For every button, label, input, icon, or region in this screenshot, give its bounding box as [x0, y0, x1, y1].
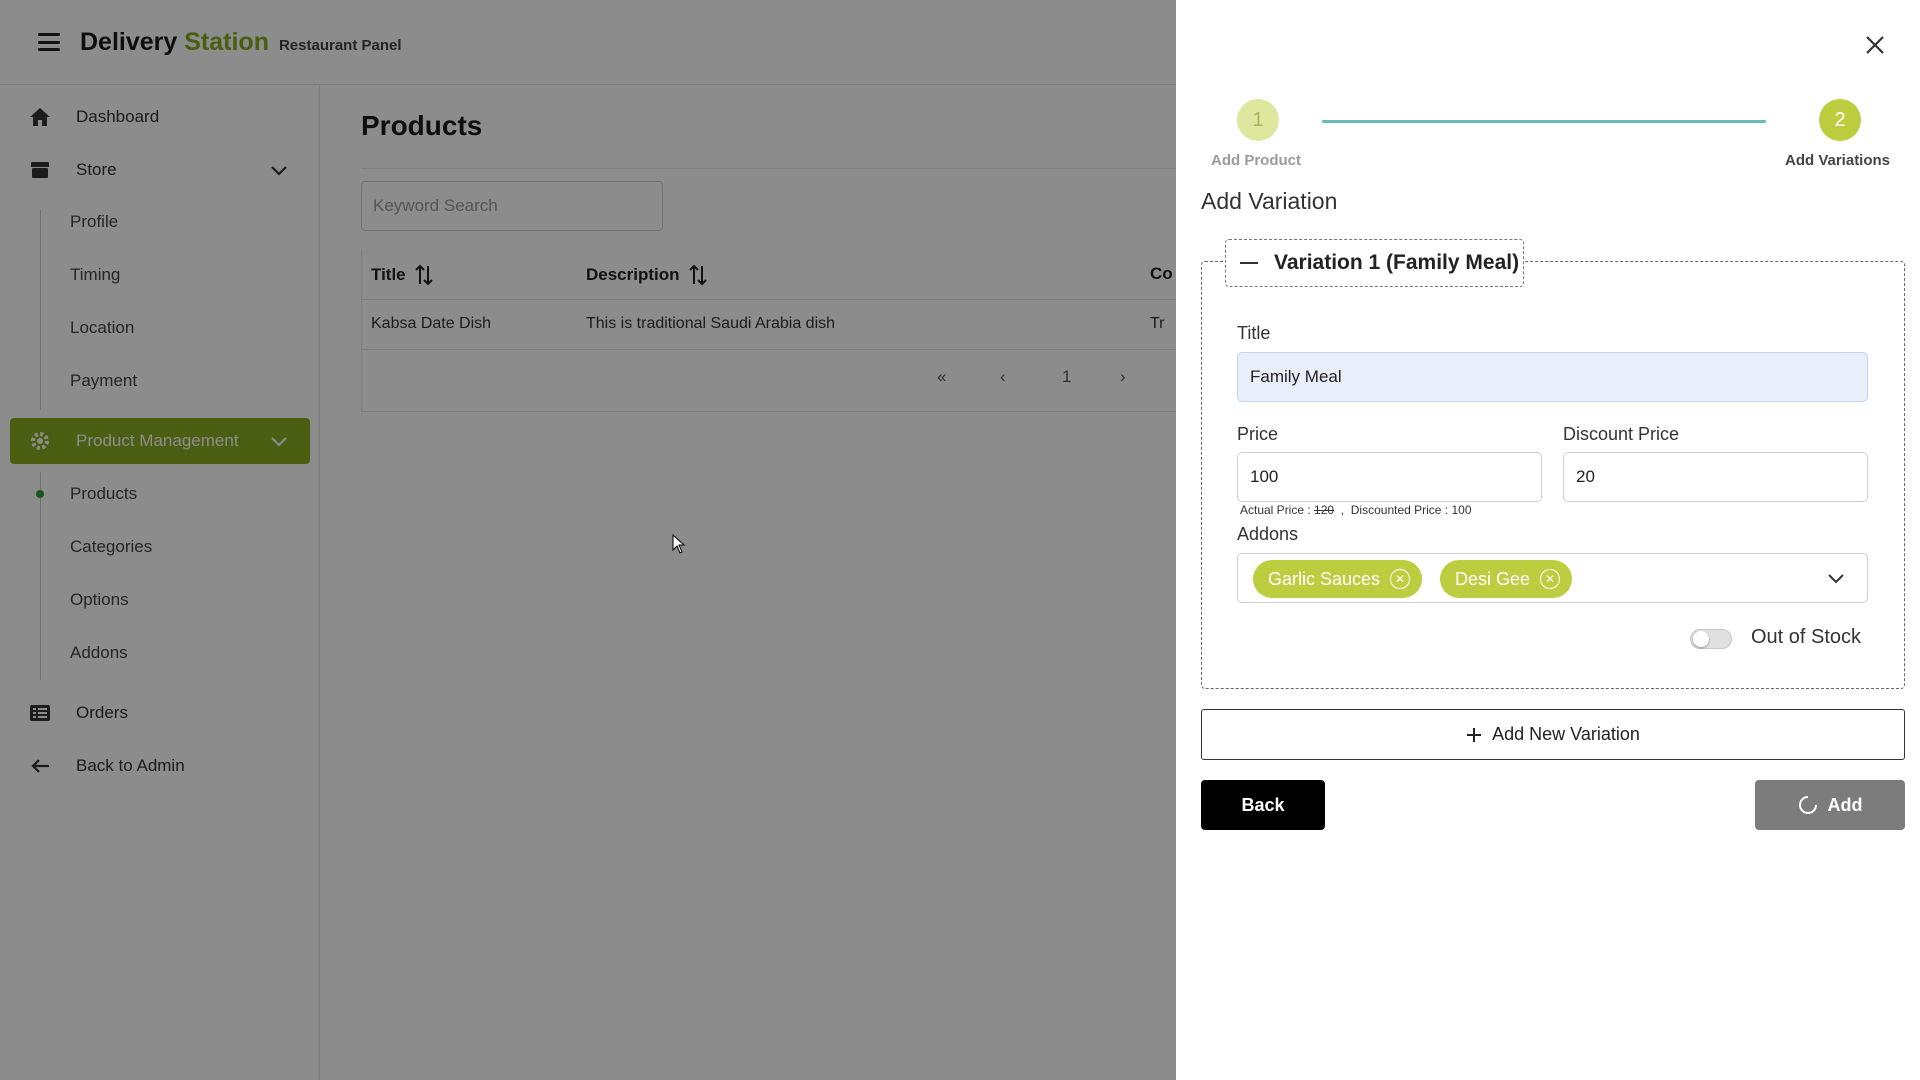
- plus-icon: [1467, 727, 1482, 742]
- close-icon[interactable]: [1863, 33, 1887, 57]
- step-1-label: Add Product: [1211, 152, 1301, 169]
- price-field[interactable]: [1237, 452, 1542, 502]
- title-label: Title: [1237, 323, 1271, 343]
- mouse-cursor-icon: [672, 534, 686, 554]
- out-of-stock-label: Out of Stock: [1751, 626, 1862, 648]
- variation-title-field[interactable]: [1237, 352, 1868, 402]
- addon-chip-label: Garlic Sauces: [1268, 568, 1381, 589]
- addon-chip: Desi Gee ✕: [1440, 560, 1573, 598]
- hint-discounted-value: 100: [1451, 503, 1472, 517]
- hint-discounted-label: Discounted Price :: [1350, 503, 1449, 517]
- hint-separator: ,: [1340, 503, 1345, 517]
- addons-label: Addons: [1237, 524, 1299, 544]
- remove-icon[interactable]: ✕: [1540, 569, 1561, 589]
- stepper-connector: [1322, 120, 1766, 123]
- add-button-label: Add: [1827, 794, 1863, 815]
- drawer-title: Add Variation: [1201, 188, 1338, 214]
- out-of-stock-toggle[interactable]: [1690, 629, 1732, 649]
- add-button[interactable]: Add: [1755, 780, 1905, 830]
- minus-icon: [1240, 261, 1258, 265]
- hint-actual-label: Actual Price :: [1240, 503, 1311, 517]
- price-hint: Actual Price : 120 , Discounted Price : …: [1240, 503, 1472, 517]
- price-label: Price: [1237, 424, 1279, 444]
- discount-price-field[interactable]: [1563, 452, 1868, 502]
- modal-backdrop[interactable]: [0, 0, 1176, 1080]
- discount-price-label: Discount Price: [1563, 424, 1680, 444]
- spinner-icon: [1798, 796, 1817, 814]
- add-new-variation-button[interactable]: Add New Variation: [1201, 709, 1905, 760]
- toggle-knob: [1693, 631, 1709, 647]
- addons-select[interactable]: Garlic Sauces ✕ Desi Gee ✕: [1237, 553, 1868, 603]
- back-button[interactable]: Back: [1201, 780, 1325, 830]
- variation-header: Variation 1 (Family Meal): [1274, 251, 1520, 274]
- addon-chip: Garlic Sauces ✕: [1253, 560, 1423, 598]
- step-1-circle: 1: [1237, 99, 1279, 141]
- addon-chip-label: Desi Gee: [1455, 568, 1531, 589]
- step-2-circle: 2: [1819, 99, 1861, 141]
- add-new-variation-label: Add New Variation: [1492, 724, 1640, 744]
- chevron-down-icon[interactable]: [1827, 571, 1845, 589]
- remove-icon[interactable]: ✕: [1390, 569, 1411, 589]
- variation-collapse-toggle[interactable]: Variation 1 (Family Meal): [1225, 239, 1524, 287]
- step-2-label: Add Variations: [1785, 152, 1891, 169]
- hint-actual-value: 120: [1314, 503, 1335, 517]
